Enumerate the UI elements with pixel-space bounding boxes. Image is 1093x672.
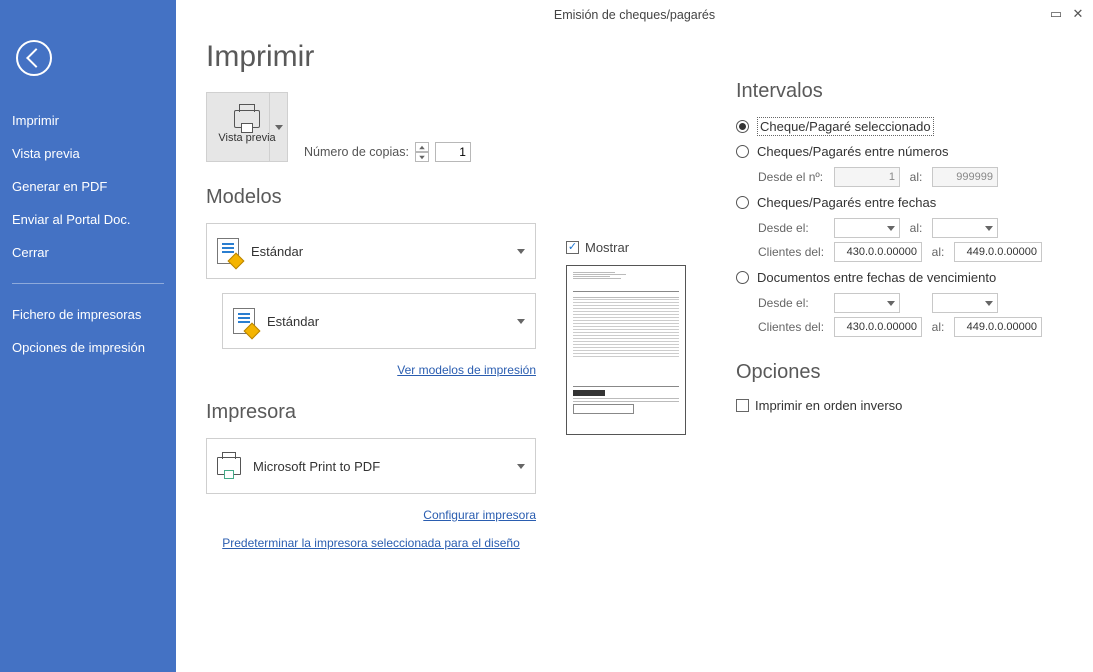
desde-el-label2: Desde el: — [758, 296, 828, 310]
printer-dropdown[interactable]: Microsoft Print to PDF — [206, 438, 536, 494]
chevron-down-icon — [887, 226, 895, 231]
sidebar-item-portal[interactable]: Enviar al Portal Doc. — [0, 203, 176, 236]
al-label: al: — [906, 170, 926, 184]
vista-previa-label: Vista previa — [218, 132, 275, 144]
chevron-down-icon — [985, 226, 993, 231]
radio-icon — [736, 145, 749, 158]
printer-icon — [234, 110, 260, 128]
printer-label: Microsoft Print to PDF — [253, 459, 380, 474]
radio-between-numbers[interactable]: Cheques/Pagarés entre números — [736, 144, 1063, 159]
chevron-down-icon — [517, 319, 525, 324]
model2-label: Estándar — [267, 314, 319, 329]
radio-between-dates[interactable]: Cheques/Pagarés entre fechas — [736, 195, 1063, 210]
back-button[interactable] — [16, 40, 52, 76]
due-date-from[interactable] — [834, 293, 900, 313]
clientes-label: Clientes del: — [758, 245, 828, 259]
left-column: Imprimir Vista previa Número de copias: … — [206, 40, 536, 652]
due-cli-to-input[interactable] — [954, 317, 1042, 337]
chevron-down-icon — [275, 125, 283, 130]
copies-label: Número de copias: — [304, 145, 409, 159]
model-dropdown-1[interactable]: Estándar — [206, 223, 536, 279]
inverso-checkbox[interactable] — [736, 399, 749, 412]
model1-label: Estándar — [251, 244, 303, 259]
cli-to-input[interactable] — [954, 242, 1042, 262]
sidebar-item-cerrar[interactable]: Cerrar — [0, 236, 176, 269]
desde-el-label: Desde el: — [758, 221, 828, 235]
due-cli-from-input[interactable] — [834, 317, 922, 337]
copies-input[interactable] — [435, 142, 471, 162]
sidebar-item-imprimir[interactable]: Imprimir — [0, 104, 176, 137]
configurar-impresora-link[interactable]: Configurar impresora — [206, 508, 536, 522]
page-title: Imprimir — [206, 40, 536, 74]
mostrar-checkbox[interactable] — [566, 241, 579, 254]
desde-n-input[interactable] — [834, 167, 900, 187]
copies-down[interactable] — [415, 152, 429, 162]
al-label: al: — [906, 221, 926, 235]
chevron-down-icon — [985, 301, 993, 306]
impresora-heading: Impresora — [206, 401, 536, 424]
document-icon — [217, 238, 239, 264]
chevron-down-icon — [887, 301, 895, 306]
main-content: Imprimir Vista previa Número de copias: … — [176, 0, 1093, 672]
sidebar-item-fichero[interactable]: Fichero de impresoras — [0, 298, 176, 331]
intervalos-heading: Intervalos — [736, 80, 1063, 103]
model-dropdown-2[interactable]: Estándar — [222, 293, 536, 349]
date-from[interactable] — [834, 218, 900, 238]
inverso-label: Imprimir en orden inverso — [755, 398, 902, 413]
copies-up[interactable] — [415, 142, 429, 152]
cli-from-input[interactable] — [834, 242, 922, 262]
al-label: al: — [928, 245, 948, 259]
radio-due-dates[interactable]: Documentos entre fechas de vencimiento — [736, 270, 1063, 285]
radio-numbers-label: Cheques/Pagarés entre números — [757, 144, 949, 159]
date-to[interactable] — [932, 218, 998, 238]
vista-previa-dropdown[interactable] — [269, 93, 287, 161]
opciones-heading: Opciones — [736, 361, 1063, 384]
due-date-to[interactable] — [932, 293, 998, 313]
ver-modelos-link[interactable]: Ver modelos de impresión — [206, 363, 536, 377]
preview-thumbnail[interactable] — [566, 265, 686, 435]
printer-icon — [217, 457, 241, 475]
preview-column: Mostrar — [566, 240, 706, 652]
sidebar-separator — [12, 283, 164, 284]
predeterminar-link[interactable]: Predeterminar la impresora seleccionada … — [206, 536, 536, 550]
chevron-down-icon — [517, 249, 525, 254]
radio-icon — [736, 271, 749, 284]
models-heading: Modelos — [206, 186, 536, 209]
radio-dates-label: Cheques/Pagarés entre fechas — [757, 195, 936, 210]
radio-icon — [736, 120, 749, 133]
back-arrow-icon — [26, 48, 46, 68]
radio-due-label: Documentos entre fechas de vencimiento — [757, 270, 996, 285]
right-column: Intervalos Cheque/Pagaré seleccionado Ch… — [736, 80, 1063, 652]
chevron-down-icon — [517, 464, 525, 469]
radio-selected-label: Cheque/Pagaré seleccionado — [757, 117, 934, 136]
sidebar: Imprimir Vista previa Generar en PDF Env… — [0, 0, 176, 672]
sidebar-item-opciones[interactable]: Opciones de impresión — [0, 331, 176, 364]
document-icon — [233, 308, 255, 334]
desde-n-label: Desde el nº: — [758, 170, 828, 184]
hasta-n-input[interactable] — [932, 167, 998, 187]
clientes-label2: Clientes del: — [758, 320, 828, 334]
sidebar-item-pdf[interactable]: Generar en PDF — [0, 170, 176, 203]
vista-previa-button[interactable]: Vista previa — [206, 92, 288, 162]
al-label: al: — [928, 320, 948, 334]
radio-icon — [736, 196, 749, 209]
sidebar-item-vista-previa[interactable]: Vista previa — [0, 137, 176, 170]
mostrar-label: Mostrar — [585, 240, 629, 255]
radio-selected[interactable]: Cheque/Pagaré seleccionado — [736, 117, 1063, 136]
